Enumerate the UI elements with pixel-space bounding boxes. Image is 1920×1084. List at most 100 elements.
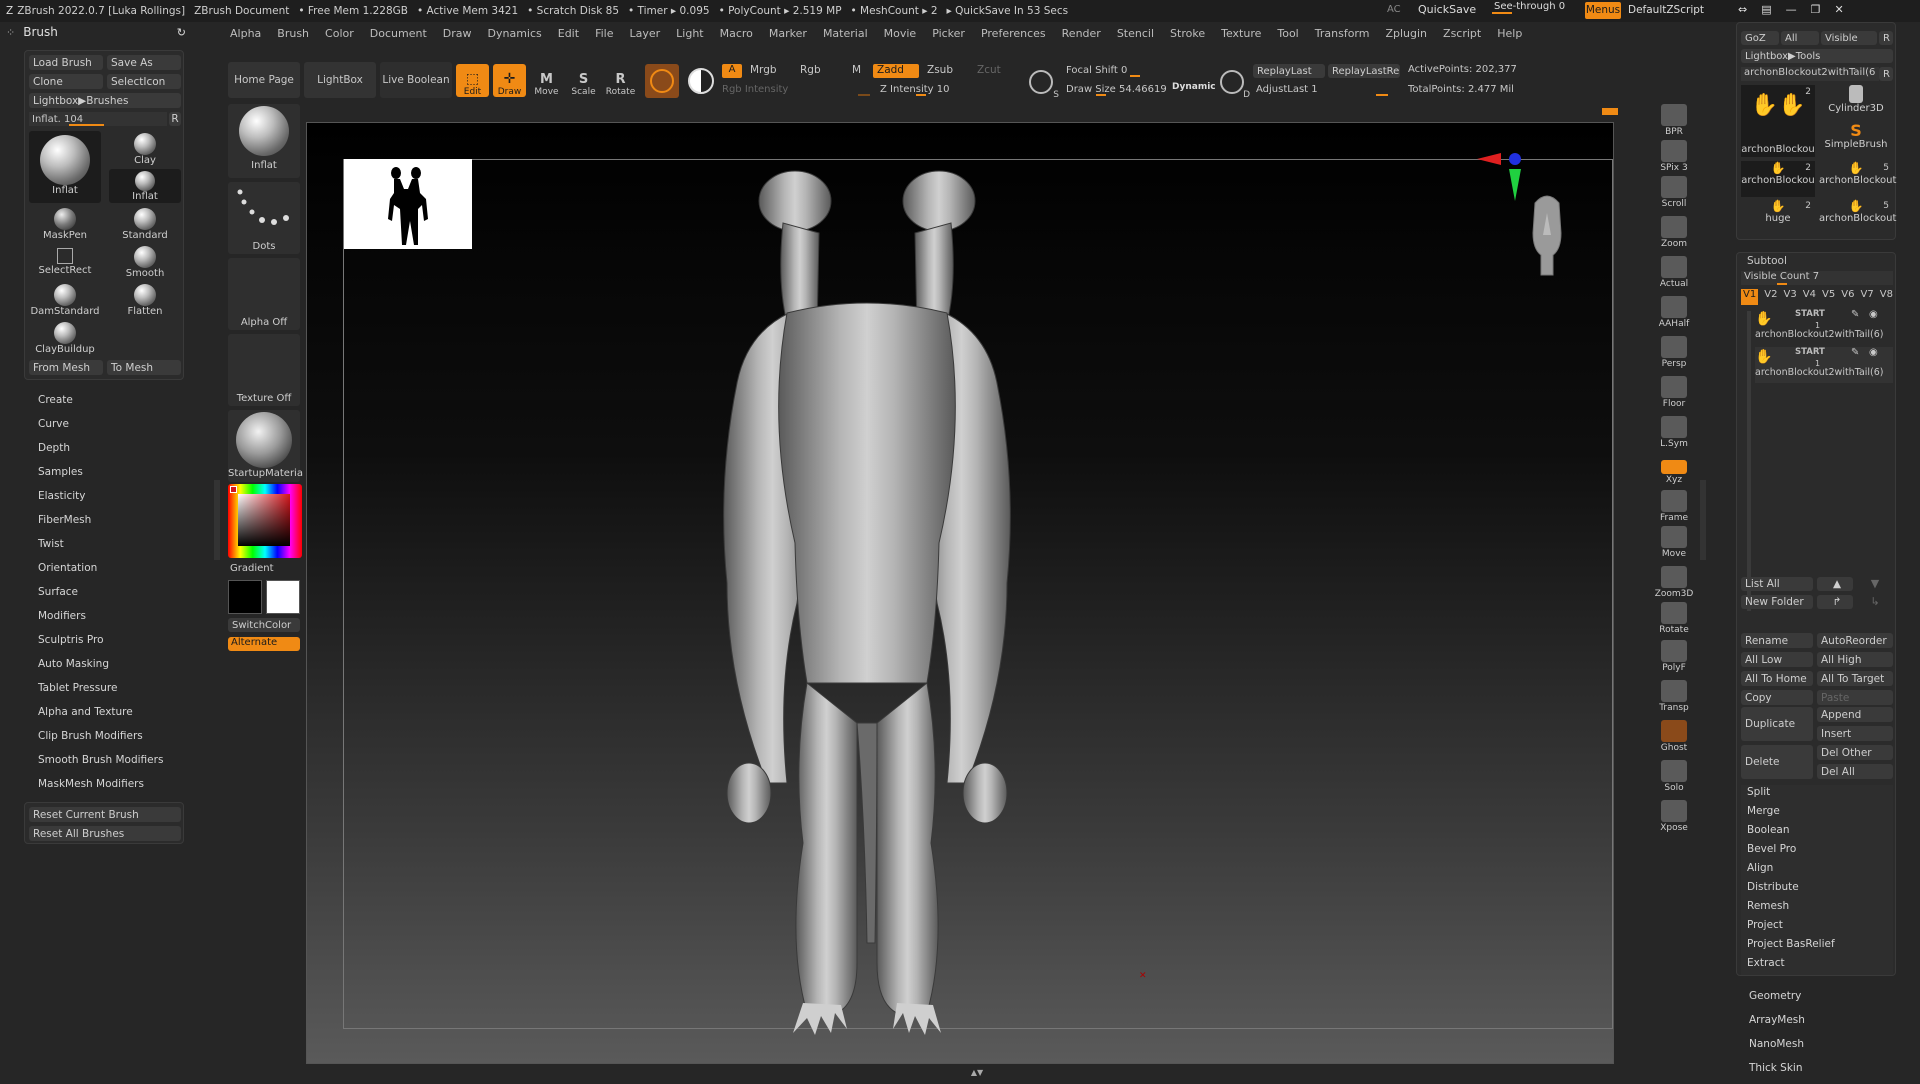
all-high-button[interactable]: All High bbox=[1817, 652, 1893, 667]
menu-material[interactable]: Material bbox=[815, 27, 876, 40]
subtool-submenu-split[interactable]: Split bbox=[1741, 785, 1893, 804]
menu-dynamics[interactable]: Dynamics bbox=[480, 27, 550, 40]
menu-file[interactable]: File bbox=[587, 27, 621, 40]
del-other-button[interactable]: Del Other bbox=[1817, 745, 1893, 760]
duplicate-button[interactable]: Duplicate bbox=[1741, 707, 1813, 741]
tool-thumb[interactable]: ✋ 5 archonBlockout bbox=[1819, 199, 1896, 235]
shelf-polyf[interactable]: PolyF bbox=[1655, 640, 1693, 673]
head-orientation-widget[interactable] bbox=[1525, 183, 1569, 281]
menu-preferences[interactable]: Preferences bbox=[973, 27, 1054, 40]
shelf-scroll[interactable]: Scroll bbox=[1655, 176, 1693, 209]
secondary-color-swatch[interactable] bbox=[228, 580, 262, 614]
subtool-submenu-project-basrelief[interactable]: Project BasRelief bbox=[1741, 937, 1893, 956]
brush-pencil-icon[interactable]: ✎ bbox=[1851, 309, 1859, 320]
reset-all-brushes-button[interactable]: Reset All Brushes bbox=[29, 826, 181, 841]
replay-last-rel-button[interactable]: ReplayLastRel bbox=[1328, 64, 1400, 78]
tool-thumb-cylinder3d[interactable]: Cylinder3D bbox=[1819, 85, 1893, 121]
menu-marker[interactable]: Marker bbox=[761, 27, 815, 40]
shelf-xpose[interactable]: Xpose bbox=[1655, 800, 1693, 833]
brush-selectrect[interactable]: SelectRect bbox=[29, 244, 101, 280]
paste-button[interactable]: Paste bbox=[1817, 690, 1893, 705]
left-tray-scrollbar[interactable] bbox=[214, 480, 220, 560]
brush-clay[interactable]: Clay bbox=[109, 131, 181, 167]
brush-claybuildup[interactable]: ClayBuildup bbox=[29, 320, 101, 356]
brush-submenu-sculptris-pro[interactable]: Sculptris Pro bbox=[24, 632, 184, 656]
menu-draw[interactable]: Draw bbox=[435, 27, 480, 40]
goz-button[interactable]: GoZ bbox=[1741, 31, 1779, 45]
version-tab-v2[interactable]: V2 bbox=[1764, 289, 1777, 305]
version-tab-v6[interactable]: V6 bbox=[1841, 289, 1854, 305]
shelf-frame[interactable]: Frame bbox=[1655, 490, 1693, 523]
shelf-solo[interactable]: Solo bbox=[1655, 760, 1693, 793]
menu-edit[interactable]: Edit bbox=[550, 27, 587, 40]
folder-arrow-icon[interactable]: ↱ bbox=[1817, 595, 1853, 609]
r-button[interactable]: R bbox=[169, 112, 181, 126]
brush-submenu-smooth-brush-modifiers[interactable]: Smooth Brush Modifiers bbox=[24, 752, 184, 776]
brush-submenu-modifiers[interactable]: Modifiers bbox=[24, 608, 184, 632]
subtool-submenu-project[interactable]: Project bbox=[1741, 918, 1893, 937]
default-zscript-button[interactable]: DefaultZScript bbox=[1628, 4, 1704, 16]
eye-icon[interactable]: ◉ bbox=[1869, 347, 1878, 358]
brush-submenu-orientation[interactable]: Orientation bbox=[24, 560, 184, 584]
brush-flatten[interactable]: Flatten bbox=[109, 282, 181, 318]
lightbox-tools-button[interactable]: Lightbox▶Tools bbox=[1741, 49, 1893, 63]
subtool-submenu-merge[interactable]: Merge bbox=[1741, 804, 1893, 823]
axis-gizmo[interactable] bbox=[1477, 153, 1521, 201]
shelf-transp[interactable]: Transp bbox=[1655, 680, 1693, 713]
clone-button[interactable]: Clone bbox=[29, 74, 103, 89]
texture-thumbnail-button[interactable]: Texture Off bbox=[228, 334, 300, 406]
brush-submenu-elasticity[interactable]: Elasticity bbox=[24, 488, 184, 512]
silhouette-navigator[interactable] bbox=[344, 159, 472, 249]
rgb-intensity-slider[interactable]: Rgb Intensity bbox=[722, 82, 870, 96]
version-tab-v8[interactable]: V8 bbox=[1880, 289, 1893, 305]
move-button[interactable]: M Move bbox=[530, 64, 563, 97]
stroke-thumbnail-button[interactable]: Dots bbox=[228, 182, 300, 254]
brush-maskpen[interactable]: MaskPen bbox=[29, 206, 101, 242]
menu-stroke[interactable]: Stroke bbox=[1162, 27, 1213, 40]
menu-light[interactable]: Light bbox=[668, 27, 711, 40]
shelf-l-sym[interactable]: L.Sym bbox=[1655, 416, 1693, 449]
subtool-submenu-extract[interactable]: Extract bbox=[1741, 956, 1893, 975]
shelf-aahalf[interactable]: AAHalf bbox=[1655, 296, 1693, 329]
new-folder-button[interactable]: New Folder bbox=[1741, 595, 1813, 609]
brush-pencil-icon[interactable]: ✎ bbox=[1851, 347, 1859, 358]
alternate-button[interactable]: Alternate bbox=[228, 637, 300, 651]
insert-button[interactable]: Insert bbox=[1817, 726, 1893, 741]
menu-macro[interactable]: Macro bbox=[712, 27, 761, 40]
zcut-toggle[interactable]: Zcut bbox=[977, 64, 1001, 76]
primary-color-swatch[interactable] bbox=[266, 580, 300, 614]
brush-submenu-clip-brush-modifiers[interactable]: Clip Brush Modifiers bbox=[24, 728, 184, 752]
brush-submenu-curve[interactable]: Curve bbox=[24, 416, 184, 440]
brush-submenu-alpha-and-texture[interactable]: Alpha and Texture bbox=[24, 704, 184, 728]
tool-thumb-huge[interactable]: ✋ 2 huge bbox=[1741, 199, 1815, 235]
inflat-slider[interactable]: Inflat. 104 bbox=[29, 112, 167, 126]
all-low-button[interactable]: All Low bbox=[1741, 652, 1813, 667]
subtool-scrollbar[interactable] bbox=[1747, 311, 1751, 611]
brush-thumbnail-button[interactable]: Inflat bbox=[228, 104, 300, 178]
lightbox-button[interactable]: LightBox bbox=[304, 62, 376, 98]
material-mode-button[interactable] bbox=[645, 64, 679, 98]
tool-submenu-arraymesh[interactable]: ArrayMesh bbox=[1746, 1012, 1896, 1036]
brush-standard[interactable]: Standard bbox=[109, 206, 181, 242]
focal-shift-slider[interactable]: Focal Shift 0 bbox=[1066, 63, 1208, 77]
menu-stencil[interactable]: Stencil bbox=[1109, 27, 1162, 40]
folder-arrow-disabled-icon[interactable]: ↳ bbox=[1857, 595, 1893, 609]
material-thumbnail-button[interactable]: StartupMateria bbox=[228, 410, 303, 482]
rotate-button[interactable]: R Rotate bbox=[604, 64, 637, 97]
list-all-button[interactable]: List All bbox=[1741, 577, 1813, 591]
refresh-icon[interactable]: ↻ bbox=[177, 26, 186, 39]
shelf-zoom[interactable]: Zoom bbox=[1655, 216, 1693, 249]
shelf-xyz[interactable]: Xyz bbox=[1655, 460, 1693, 485]
shelf-move[interactable]: Move bbox=[1655, 526, 1693, 559]
goz-all-button[interactable]: All bbox=[1781, 31, 1819, 45]
all-to-home-button[interactable]: All To Home bbox=[1741, 671, 1813, 686]
menu-movie[interactable]: Movie bbox=[876, 27, 925, 40]
brush-submenu-tablet-pressure[interactable]: Tablet Pressure bbox=[24, 680, 184, 704]
z-intensity-slider[interactable]: Z Intensity 10 bbox=[880, 82, 1020, 96]
subtool-item-1[interactable]: ✋ START 1 ✎ ◉ archonBlockout2withTail(6) bbox=[1755, 309, 1893, 345]
menu-render[interactable]: Render bbox=[1054, 27, 1109, 40]
color-mode-button[interactable] bbox=[684, 64, 718, 98]
a-toggle[interactable]: A bbox=[722, 64, 742, 78]
tool-thumb[interactable]: ✋ 5 archonBlockout bbox=[1819, 161, 1896, 197]
close-icon[interactable]: ✕ bbox=[1835, 3, 1844, 16]
